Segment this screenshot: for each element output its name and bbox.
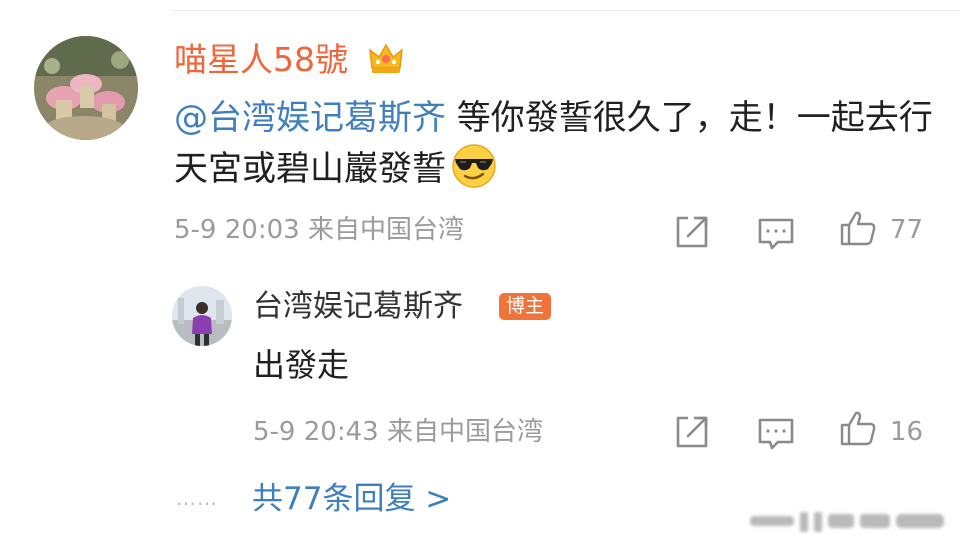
comment-username[interactable]: 喵星人58號	[174, 38, 348, 82]
mention-link[interactable]: @台湾娱记葛斯齐	[174, 98, 446, 138]
like-count: 77	[890, 215, 924, 245]
like-count: 16	[890, 417, 924, 447]
author-badge: 博主	[499, 293, 552, 320]
like-icon[interactable]	[838, 208, 878, 248]
crown-icon	[369, 43, 403, 73]
reply-avatar[interactable]	[172, 286, 232, 346]
like-icon[interactable]	[838, 408, 878, 448]
reply-username[interactable]: 台湾娱记葛斯齐	[253, 286, 463, 328]
comment-icon[interactable]	[756, 212, 796, 252]
reply-text: 出發走	[253, 346, 350, 384]
cool-sunglasses-emoji	[452, 144, 496, 188]
comment-thread: 喵星人58號 @台湾娱记葛斯齐 等你發誓很久了，走！一起去行天宮或碧山巖發誓 5…	[0, 0, 960, 551]
comment-meta: 5-9 20:03 来自中国台湾	[174, 212, 464, 248]
reply-time: 5-9 20:43	[253, 417, 379, 447]
watermark-logo	[750, 512, 944, 532]
reply-source: 来自中国台湾	[386, 417, 543, 447]
reply-meta: 5-9 20:43 来自中国台湾	[253, 414, 543, 450]
comment-body: @台湾娱记葛斯齐 等你發誓很久了，走！一起去行天宮或碧山巖發誓	[174, 94, 934, 193]
avatar[interactable]	[34, 36, 138, 140]
comment-source: 来自中国台湾	[307, 215, 464, 245]
comment-icon[interactable]	[756, 412, 796, 452]
dots: ……	[176, 486, 218, 510]
comment-time: 5-9 20:03	[174, 215, 300, 245]
share-icon[interactable]	[672, 212, 712, 252]
share-icon[interactable]	[672, 412, 712, 452]
divider	[172, 10, 960, 11]
more-replies-link[interactable]: 共77条回复 >	[252, 478, 451, 520]
